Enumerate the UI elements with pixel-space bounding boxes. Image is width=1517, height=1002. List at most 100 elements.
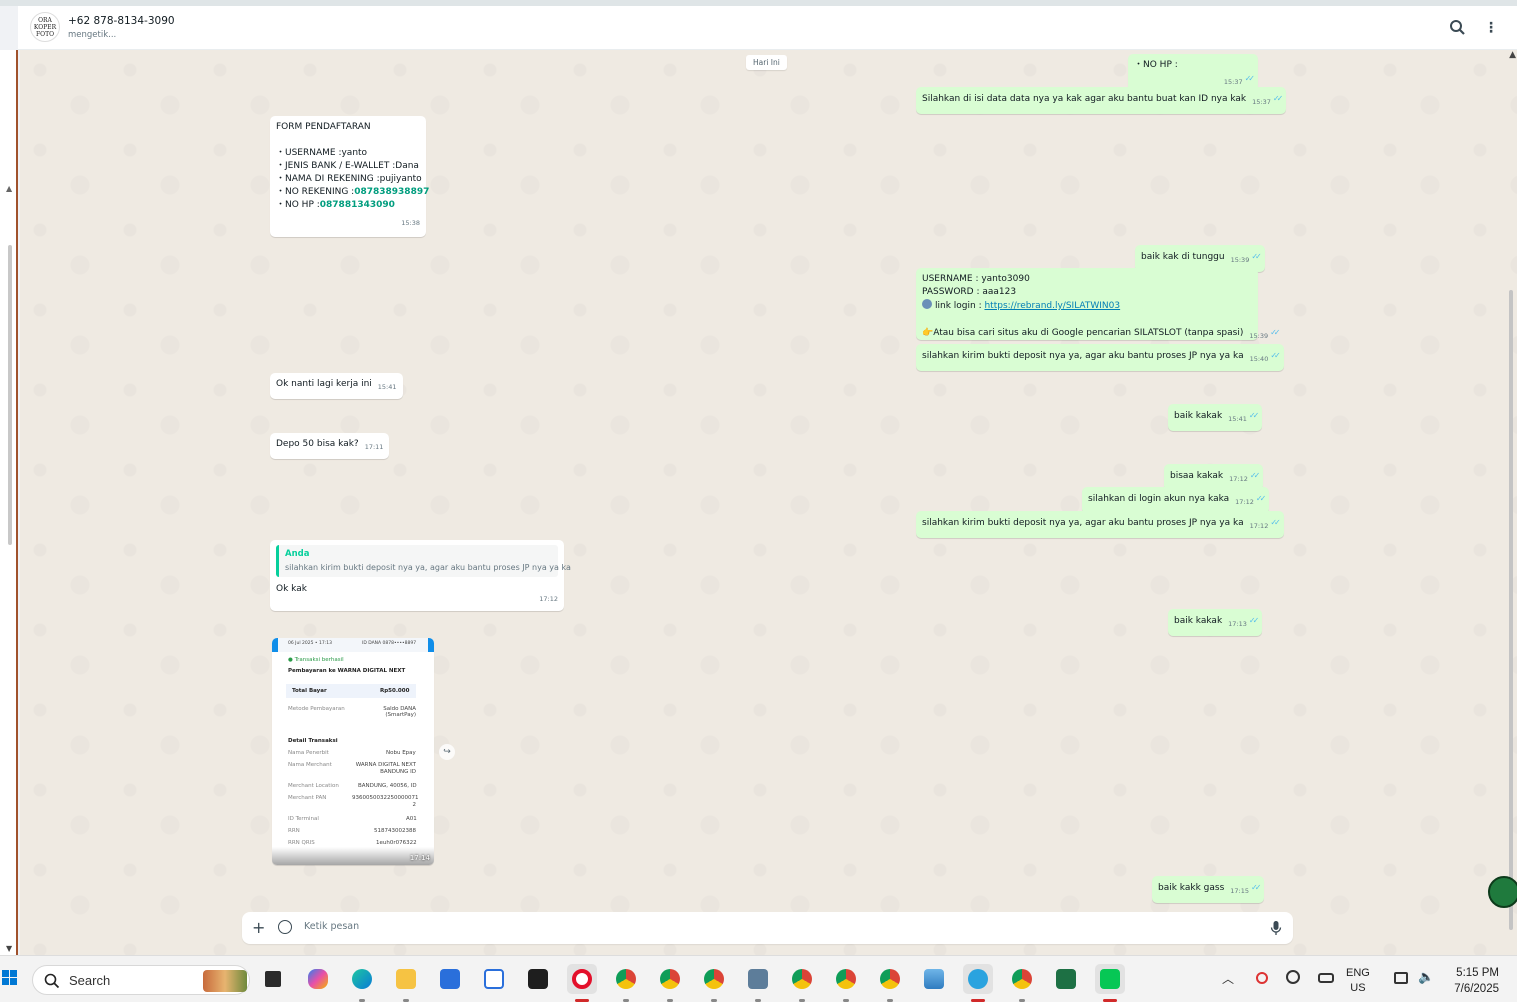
cloud-offline-icon[interactable] xyxy=(1318,973,1334,983)
contact-name[interactable]: +62 878-8134-3090 xyxy=(68,15,175,27)
attach-plus-icon[interactable]: + xyxy=(252,919,265,937)
taskbar-search[interactable]: Search xyxy=(32,965,250,995)
store-icon[interactable] xyxy=(435,964,465,994)
telegram-icon[interactable] xyxy=(963,964,993,1002)
receipt-row-key: RRN QRIS xyxy=(288,840,315,846)
message-incoming[interactable]: Ok nanti lagi kerja ini 15:41 xyxy=(270,373,403,399)
avatar[interactable]: ORA KOPER FOTO xyxy=(30,12,60,42)
form-line: ・NAMA DI REKENING :pujiyanto xyxy=(276,174,422,184)
message-outgoing[interactable]: baik kakak 15:41 ✓✓ xyxy=(1168,404,1263,431)
message-time: 17:12 xyxy=(1229,475,1248,483)
message-time: 15:40 xyxy=(1249,355,1269,363)
message-time: 17:14 xyxy=(409,854,430,862)
message-input[interactable]: Ketik pesan xyxy=(304,921,359,932)
message-outgoing[interactable]: Silahkan di isi data data nya ya kak aga… xyxy=(916,87,1287,114)
language-indicator[interactable]: ENG US xyxy=(1346,966,1370,996)
clock-time: 5:15 PM xyxy=(1456,967,1499,979)
security-tray-icon[interactable] xyxy=(1256,972,1268,984)
chevron-up-icon[interactable]: ︿ xyxy=(1222,970,1234,987)
file-explorer-icon[interactable] xyxy=(391,964,421,1002)
message-outgoing[interactable]: silahkan di login akun nya kaka 17:12 ✓✓ xyxy=(1082,487,1270,514)
windows-taskbar: Search ︿ ENG US 🔈 5:15 PM 7/6/2025 xyxy=(0,955,1517,1002)
read-ticks-icon: ✓✓ xyxy=(1270,351,1281,360)
message-incoming[interactable]: Depo 50 bisa kak? 17:11 xyxy=(270,433,390,459)
opera-icon[interactable] xyxy=(567,964,597,1002)
chrome-profile-icon[interactable] xyxy=(831,964,861,1002)
message-text: baik kak di tunggu xyxy=(1141,252,1225,262)
chrome-profile-icon[interactable] xyxy=(875,964,905,1002)
app-icon[interactable] xyxy=(743,964,773,1002)
chrome-icon[interactable] xyxy=(611,964,641,1002)
message-outgoing[interactable]: silahkan kirim bukti deposit nya ya, aga… xyxy=(916,511,1284,538)
chrome-profile-icon[interactable] xyxy=(699,964,729,1002)
login-link[interactable]: https://rebrand.ly/SILATWIN03 xyxy=(984,301,1120,311)
excel-icon[interactable] xyxy=(1051,964,1081,994)
message-time: 15:39 xyxy=(1230,256,1250,264)
read-ticks-icon: ✓✓ xyxy=(1272,94,1284,103)
receipt-row-value: BANDUNG, 40056, ID xyxy=(358,783,417,789)
message-time: 17:12 xyxy=(1249,522,1269,530)
floating-logo-icon[interactable] xyxy=(1488,876,1517,908)
message-outgoing[interactable]: baik kakk gass 17:15 ✓✓ xyxy=(1152,876,1265,903)
password-line: PASSWORD : aaa123 xyxy=(922,287,1017,297)
message-outgoing[interactable]: USERNAME : yanto3090 PASSWORD : aaa123 l… xyxy=(916,268,1281,340)
microphone-icon[interactable] xyxy=(1269,920,1283,936)
message-incoming[interactable]: Anda silahkan kirim bukti deposit nya ya… xyxy=(270,540,571,611)
message-text: baik kakk gass xyxy=(1158,883,1225,893)
scroll-down-arrow-icon[interactable]: ▼ xyxy=(6,944,12,953)
chat-area[interactable]: ▲ Hari Ini ・NO HP : 15:37 ✓✓ Silahkan di … xyxy=(20,50,1517,955)
windows-start-icon[interactable] xyxy=(2,970,18,986)
link-label: link login : xyxy=(935,301,985,311)
taskbar-clock[interactable]: 5:15 PM 7/6/2025 xyxy=(1447,965,1499,997)
scroll-up-arrow-icon[interactable]: ▲ xyxy=(6,184,12,193)
left-scrollbar-thumb[interactable] xyxy=(8,245,12,545)
receipt-row-value: Nobu Epay xyxy=(386,750,416,756)
quoted-message[interactable]: Anda silahkan kirim bukti deposit nya ya… xyxy=(276,545,571,577)
lang-region: US xyxy=(1350,982,1366,994)
read-ticks-icon: ✓✓ xyxy=(1244,74,1256,83)
date-chip: Hari Ini xyxy=(746,55,787,70)
total-value: Rp50.000 xyxy=(380,688,410,694)
line-icon[interactable] xyxy=(1095,964,1125,1002)
receipt-row-key: Merchant PAN xyxy=(288,795,327,801)
message-time: 17:15 xyxy=(1230,887,1249,895)
chrome-profile-icon[interactable] xyxy=(787,964,817,1002)
phone-link[interactable]: 087838938897 xyxy=(354,187,429,197)
search-icon[interactable] xyxy=(1448,18,1468,38)
receipt-row-key: ID Terminal xyxy=(288,816,319,822)
phone-link[interactable]: 087881343090 xyxy=(320,200,395,210)
contact-status: mengetik... xyxy=(68,30,117,40)
chat-header: ORA KOPER FOTO +62 878-8134-3090 mengeti… xyxy=(18,6,1517,50)
sticky-app-icon[interactable] xyxy=(523,964,553,994)
task-view-icon[interactable] xyxy=(258,964,288,994)
message-incoming[interactable]: FORM PENDAFTARAN ・USERNAME :yanto ・JENIS… xyxy=(270,116,429,237)
chat-scrollbar[interactable] xyxy=(1509,290,1513,930)
left-panel-edge: ▲ ▼ xyxy=(0,50,18,955)
receipt-row-value: WARNA DIGITAL NEXT BANDUNG ID xyxy=(355,762,416,775)
sticker-icon[interactable] xyxy=(278,920,292,934)
check-icon: ● xyxy=(288,657,293,663)
edge-icon[interactable] xyxy=(347,964,377,1002)
chrome-profile-icon[interactable] xyxy=(1007,964,1037,1002)
photos-icon[interactable] xyxy=(919,964,949,994)
message-outgoing[interactable]: baik kakak 17:13 ✓✓ xyxy=(1168,609,1263,636)
quote-text: silahkan kirim bukti deposit nya ya, aga… xyxy=(285,563,571,572)
volume-icon[interactable]: 🔈 xyxy=(1418,970,1434,986)
quote-author: Anda xyxy=(285,549,310,559)
sync-icon[interactable] xyxy=(1286,970,1300,984)
message-time: 17:13 xyxy=(1228,620,1247,628)
receipt-title: Pembayaran ke WARNA DIGITAL NEXT xyxy=(288,668,406,674)
message-outgoing[interactable]: silahkan kirim bukti deposit nya ya, aga… xyxy=(916,344,1284,371)
message-time: 15:38 xyxy=(401,219,420,227)
forward-icon[interactable]: ↪ xyxy=(439,744,455,760)
app-window-icon[interactable] xyxy=(479,964,509,994)
kebab-menu-icon[interactable]: ⋮ xyxy=(1484,18,1498,38)
network-icon[interactable] xyxy=(1394,972,1408,984)
chrome-profile-icon[interactable] xyxy=(655,964,685,1002)
chat-scroll-up-icon[interactable]: ▲ xyxy=(1509,50,1516,60)
receipt-row-value: 518743002388 xyxy=(374,828,416,834)
receipt-row-value: A01 xyxy=(406,816,417,822)
copilot-icon[interactable] xyxy=(303,964,333,994)
message-text: Ok nanti lagi kerja ini xyxy=(276,379,372,389)
image-message[interactable]: 06 Jul 2025 • 17:13 ID DANA 0878••••8897… xyxy=(272,638,434,865)
